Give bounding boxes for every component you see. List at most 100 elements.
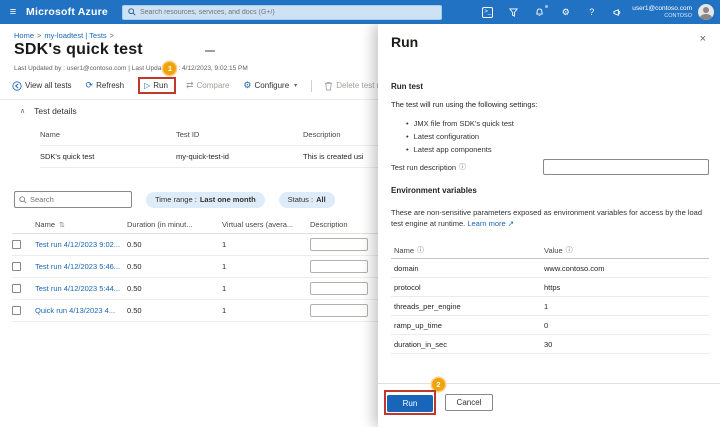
- run-button-callout: Run: [384, 390, 436, 415]
- details-test-name: SDK's quick test: [40, 152, 176, 161]
- test-run-description-row: Test run description ⓘ: [391, 162, 709, 172]
- env-header-row: Nameⓘ Valueⓘ: [391, 242, 709, 259]
- env-var-name: protocol: [391, 283, 541, 292]
- run-button-toolbar[interactable]: ▷ Run: [138, 77, 176, 94]
- notification-dot: [544, 4, 549, 9]
- learn-more-link[interactable]: Learn more ↗: [467, 219, 514, 228]
- test-details-section-toggle[interactable]: ∧ Test details: [20, 106, 77, 116]
- row-checkbox[interactable]: [12, 262, 21, 271]
- table-row: ramp_up_time 0: [391, 316, 709, 335]
- refresh-button[interactable]: ⟳ Refresh: [86, 81, 125, 90]
- runs-search-input[interactable]: [30, 195, 127, 204]
- user-avatar[interactable]: [698, 4, 714, 20]
- test-run-link[interactable]: Test run 4/12/2023 9:02...: [35, 240, 127, 249]
- environment-variables-heading: Environment variables: [391, 186, 477, 195]
- configure-button[interactable]: ⚙ Configure ▾: [243, 81, 297, 90]
- global-search-bar[interactable]: [122, 5, 442, 20]
- table-row: threads_per_engine 1: [391, 297, 709, 316]
- test-run-link[interactable]: Quick run 4/13/2023 4...: [35, 306, 127, 315]
- breadcrumb-separator: >: [37, 31, 41, 40]
- status-label: Status :: [288, 195, 313, 204]
- runs-search-box[interactable]: [14, 191, 132, 208]
- info-icon[interactable]: ⓘ: [459, 162, 466, 172]
- table-row: Test run 4/12/2023 9:02... 0.50 1: [12, 234, 378, 256]
- breadcrumb: Home>my-loadtest | Tests>: [14, 31, 117, 40]
- compare-button[interactable]: ⇄ Compare: [186, 81, 229, 90]
- user-tenant: CONTOSO: [632, 13, 692, 20]
- breadcrumb-home-link[interactable]: Home: [14, 31, 34, 40]
- subtitle-text-before: Last Updated by : user1@contoso.com | La…: [14, 65, 161, 72]
- command-bar: View all tests ⟳ Refresh ▷ Run ⇄ Compare…: [12, 77, 398, 94]
- environment-variables-table: Nameⓘ Valueⓘ domain www.contoso.com prot…: [391, 242, 709, 354]
- row-checkbox[interactable]: [12, 284, 21, 293]
- test-details-table: Name Test ID Description SDK's quick tes…: [40, 124, 378, 168]
- help-icon[interactable]: ?: [585, 6, 598, 19]
- subtitle-text-after: : 4/12/2023, 9:02:15 PM: [178, 65, 247, 72]
- list-item: JMX file from SDK's quick test: [406, 119, 514, 128]
- run-description-input[interactable]: [310, 304, 368, 317]
- test-run-description-field[interactable]: [543, 159, 709, 175]
- filter-row: Time range : Last one month Status : All: [14, 191, 335, 208]
- run-description-input[interactable]: [310, 238, 368, 251]
- feedback-megaphone-icon[interactable]: [611, 6, 624, 19]
- cloud-shell-icon[interactable]: >_: [481, 6, 494, 19]
- step-1-callout-badge: 1: [163, 62, 176, 75]
- row-checkbox[interactable]: [12, 306, 21, 315]
- env-var-value: 0: [541, 321, 709, 330]
- test-runs-table: Name⇅ Duration (in minut... Virtual user…: [12, 216, 378, 322]
- hamburger-menu-icon[interactable]: ≡: [0, 6, 26, 18]
- breadcrumb-separator: >: [110, 31, 114, 40]
- cancel-button[interactable]: Cancel: [445, 394, 493, 411]
- info-icon[interactable]: ⓘ: [566, 245, 573, 255]
- row-checkbox[interactable]: [12, 240, 21, 249]
- time-range-label: Time range :: [155, 195, 197, 204]
- collapse-chevron-icon: ∧: [20, 107, 25, 115]
- run-description-input[interactable]: [310, 282, 368, 295]
- test-details-label: Test details: [34, 106, 77, 116]
- sort-icon[interactable]: ⇅: [59, 222, 65, 229]
- run-virtual-users: 1: [222, 262, 310, 271]
- refresh-icon: ⟳: [86, 81, 94, 90]
- details-header-name: Name: [40, 130, 176, 139]
- settings-gear-icon[interactable]: ⚙: [559, 6, 572, 19]
- compare-icon: ⇄: [186, 81, 194, 90]
- panel-footer: Run Cancel: [384, 390, 493, 415]
- panel-footer-divider: [378, 383, 720, 384]
- info-icon[interactable]: ⓘ: [417, 245, 424, 255]
- time-range-filter-pill[interactable]: Time range : Last one month: [146, 192, 265, 208]
- table-row: domain www.contoso.com: [391, 259, 709, 278]
- time-range-value: Last one month: [200, 195, 256, 204]
- configure-gear-icon: ⚙: [243, 81, 251, 90]
- run-panel: Run × Run test The test will run using t…: [378, 24, 720, 427]
- close-icon[interactable]: ×: [700, 34, 706, 45]
- env-var-value: www.contoso.com: [541, 264, 709, 273]
- account-menu[interactable]: user1@contoso.com CONTOSO: [632, 5, 692, 20]
- status-filter-pill[interactable]: Status : All: [279, 192, 335, 208]
- list-item: Latest app components: [406, 145, 514, 154]
- run-button[interactable]: Run: [387, 395, 433, 412]
- run-duration: 0.50: [127, 262, 222, 271]
- configure-label: Configure: [254, 81, 289, 90]
- breadcrumb-loadtest-link[interactable]: my-loadtest | Tests: [44, 31, 106, 40]
- run-description-input[interactable]: [310, 260, 368, 273]
- global-search-input[interactable]: [140, 9, 436, 16]
- notifications-bell-icon[interactable]: [533, 6, 546, 19]
- run-duration: 0.50: [127, 240, 222, 249]
- runs-header-name: Name⇅: [35, 220, 127, 229]
- test-run-link[interactable]: Test run 4/12/2023 5:46...: [35, 262, 127, 271]
- env-var-name: domain: [391, 264, 541, 273]
- delete-label: Delete test ru: [336, 81, 384, 90]
- user-email: user1@contoso.com: [632, 5, 692, 13]
- last-updated-subtitle: Last Updated by : user1@contoso.com | La…: [14, 62, 248, 75]
- test-run-link[interactable]: Test run 4/12/2023 5:44...: [35, 284, 127, 293]
- directory-filter-icon[interactable]: [507, 6, 520, 19]
- delete-test-runs-button[interactable]: Delete test ru: [324, 81, 384, 91]
- external-link-icon: ↗: [508, 219, 514, 228]
- table-row: protocol https: [391, 278, 709, 297]
- azure-brand-logo: Microsoft Azure: [26, 6, 108, 18]
- toolbar-divider: [311, 80, 312, 92]
- list-item: Latest configuration: [406, 132, 514, 141]
- view-all-tests-button[interactable]: View all tests: [12, 81, 72, 91]
- pin-icon[interactable]: [205, 50, 215, 52]
- search-icon: [128, 8, 136, 16]
